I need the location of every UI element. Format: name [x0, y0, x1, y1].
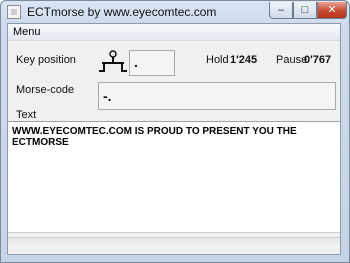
- title-bar[interactable]: ECTmorse by www.eyecomtec.com – □ ✕: [1, 1, 349, 23]
- text-output-area[interactable]: WWW.EYECOMTEC.COM IS PROUD TO PRESENT YO…: [8, 121, 340, 233]
- text-label: Text: [16, 109, 37, 121]
- morse-code-field: -.: [98, 82, 336, 110]
- key-position-label: Key position: [16, 54, 76, 66]
- menu-bar: Menu: [8, 24, 340, 41]
- app-icon[interactable]: [7, 5, 21, 19]
- close-button[interactable]: ✕: [317, 2, 347, 19]
- horizontal-scrollbar[interactable]: [8, 237, 340, 248]
- app-window: ECTmorse by www.eyecomtec.com – □ ✕ Menu…: [0, 0, 350, 263]
- window-title: ECTmorse by www.eyecomtec.com: [27, 5, 217, 19]
- pause-value: 0'767: [304, 54, 332, 66]
- minimize-button[interactable]: –: [269, 2, 293, 19]
- pause-label: Pause: [276, 54, 308, 66]
- hold-label: Hold: [206, 54, 229, 66]
- key-position-field: .: [129, 50, 175, 76]
- telegraph-key-icon: [99, 50, 127, 72]
- morse-code-label: Morse-code: [16, 84, 75, 96]
- text-content: WWW.EYECOMTEC.COM IS PROUD TO PRESENT YO…: [12, 126, 297, 148]
- maximize-button[interactable]: □: [293, 2, 317, 19]
- client-area: Menu Key position . Hold 1'245 Pause 0'7…: [7, 23, 341, 255]
- key-position-value: .: [134, 54, 138, 70]
- menu-item-menu[interactable]: Menu: [13, 26, 41, 38]
- morse-code-value: -.: [103, 88, 112, 104]
- hold-value: 1'245: [230, 54, 258, 66]
